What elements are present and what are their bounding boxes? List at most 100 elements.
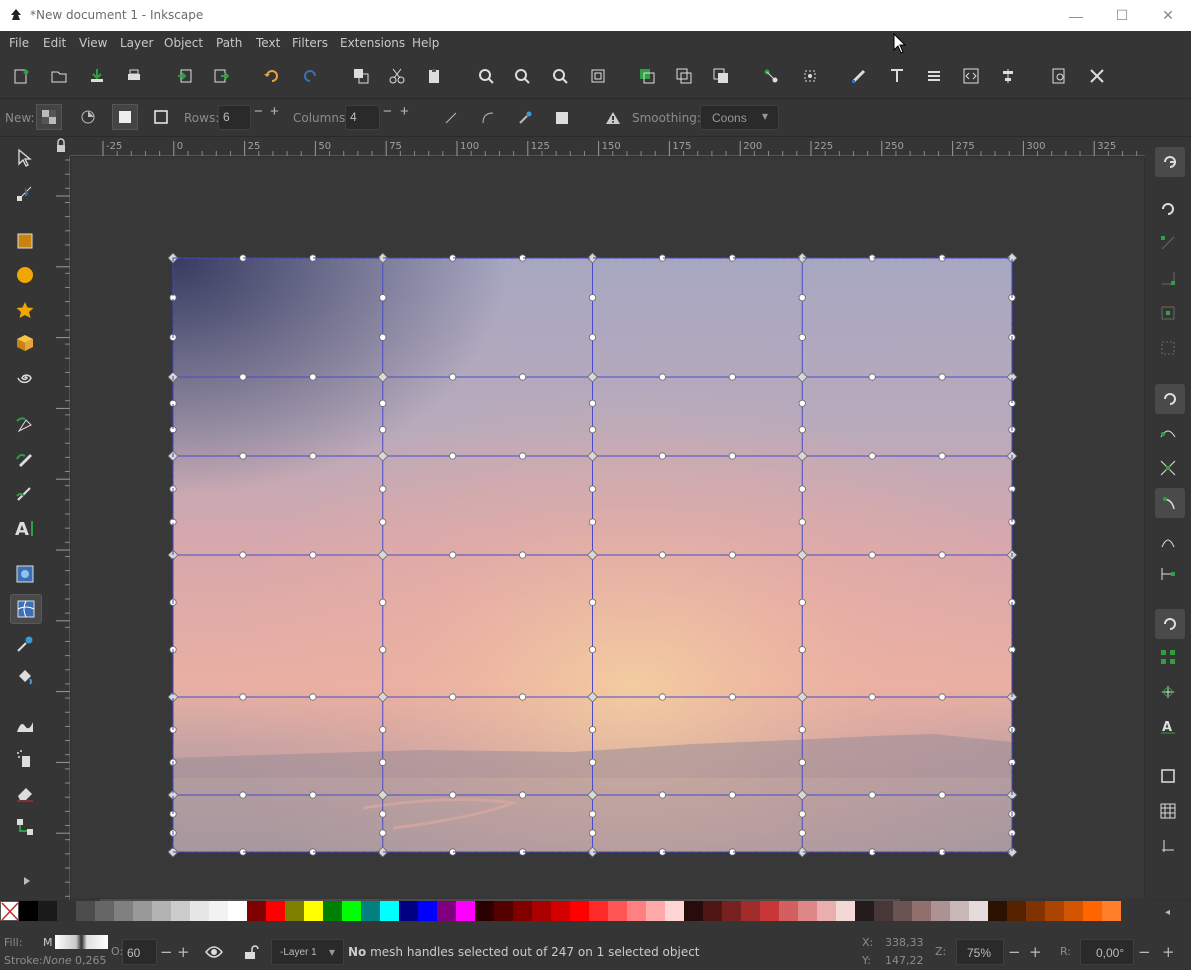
snap-bbox-edge-icon[interactable] <box>1155 230 1181 256</box>
text-tool-icon[interactable]: A <box>12 515 38 541</box>
mesh-handle[interactable] <box>449 452 457 460</box>
mesh-handle[interactable] <box>518 373 527 381</box>
color-swatch[interactable] <box>855 901 874 921</box>
color-swatch[interactable] <box>304 901 323 921</box>
color-swatch[interactable] <box>608 901 627 921</box>
color-swatch[interactable] <box>1064 901 1083 921</box>
node-tool-icon[interactable] <box>12 180 38 206</box>
rotation-input[interactable]: 0,00° <box>1080 939 1134 965</box>
color-swatch[interactable] <box>665 901 684 921</box>
layer-select[interactable]: -Layer 1 ▾ <box>271 939 344 965</box>
color-swatch[interactable] <box>1007 901 1026 921</box>
ungroup-icon[interactable] <box>671 63 697 89</box>
menu-help[interactable]: Help <box>412 36 439 50</box>
align-distribute-icon[interactable] <box>995 63 1021 89</box>
color-swatch[interactable] <box>342 901 361 921</box>
unlock-icon[interactable] <box>238 939 264 965</box>
mesh-handle[interactable] <box>798 333 806 341</box>
mesh-handle[interactable] <box>309 373 317 381</box>
mesh-handle[interactable] <box>938 373 946 381</box>
mesh-handle[interactable] <box>379 810 387 818</box>
mesh-handle[interactable] <box>728 452 736 460</box>
layers-icon[interactable] <box>921 63 947 89</box>
group-icon[interactable] <box>634 63 660 89</box>
zoom-drawing-icon[interactable] <box>509 63 535 89</box>
node-editor-icon[interactable] <box>758 63 784 89</box>
mesh-handle[interactable] <box>588 426 597 434</box>
snap-grid-icon[interactable] <box>1155 798 1181 824</box>
color-swatch[interactable] <box>19 901 38 921</box>
print-icon[interactable] <box>121 63 147 89</box>
mesh-handle[interactable] <box>588 810 597 818</box>
mesh-handle[interactable] <box>798 399 806 407</box>
snap-midpoints-icon[interactable] <box>1155 561 1181 587</box>
smoothing-select[interactable]: Coons ▾ <box>700 105 779 130</box>
menu-edit[interactable]: Edit <box>43 36 66 50</box>
color-swatch[interactable] <box>931 901 950 921</box>
color-swatch[interactable] <box>38 901 57 921</box>
palette-menu-icon[interactable]: ◂ <box>1165 907 1170 918</box>
snap-page-border-icon[interactable] <box>1155 763 1181 789</box>
mesh-handle[interactable] <box>379 333 387 341</box>
color-swatch[interactable] <box>285 901 304 921</box>
snap-bbox-midpoint-icon[interactable] <box>1155 300 1181 326</box>
color-swatch[interactable] <box>266 901 285 921</box>
mesh-handle[interactable] <box>728 373 736 381</box>
paint-bucket-tool-icon[interactable] <box>12 663 38 689</box>
mesh-handle[interactable] <box>938 452 946 460</box>
color-swatch[interactable] <box>361 901 380 921</box>
mesh-handle[interactable] <box>588 646 597 654</box>
color-swatch[interactable] <box>95 901 114 921</box>
menu-filters[interactable]: Filters <box>292 36 328 50</box>
color-swatch[interactable] <box>57 901 76 921</box>
color-swatch[interactable] <box>418 901 437 921</box>
mesh-handle[interactable] <box>868 452 876 460</box>
color-swatch[interactable] <box>570 901 589 921</box>
mesh-handle[interactable] <box>588 598 597 606</box>
eraser-tool-icon[interactable] <box>12 780 38 806</box>
mesh-handle[interactable] <box>239 373 247 381</box>
mesh-handle[interactable] <box>518 693 527 701</box>
snap-bbox-center-icon[interactable] <box>1155 335 1181 361</box>
mesh-handle[interactable] <box>868 693 876 701</box>
mesh-handle[interactable] <box>239 693 247 701</box>
mesh-handle[interactable] <box>588 333 597 341</box>
star-tool-icon[interactable] <box>12 297 38 323</box>
conical-mesh-icon[interactable] <box>75 104 101 130</box>
color-swatch[interactable] <box>874 901 893 921</box>
mesh-handle[interactable] <box>379 726 387 734</box>
color-swatch[interactable] <box>532 901 551 921</box>
mesh-handle[interactable] <box>518 452 527 460</box>
close-button[interactable]: ✕ <box>1145 0 1191 31</box>
mesh-handle[interactable] <box>658 551 667 559</box>
mesh-handle[interactable] <box>658 373 667 381</box>
pen-tool-icon[interactable] <box>12 412 38 438</box>
3d-box-tool-icon[interactable] <box>12 330 38 356</box>
preferences-icon[interactable] <box>1084 63 1110 89</box>
mesh-handle[interactable] <box>658 452 667 460</box>
mesh-handle[interactable] <box>588 485 597 493</box>
fill-stroke-icon[interactable] <box>846 63 872 89</box>
zoom-fit-icon[interactable] <box>585 63 611 89</box>
menu-layer[interactable]: Layer <box>120 36 153 50</box>
snap-centers-icon[interactable] <box>1155 644 1181 670</box>
color-swatch[interactable] <box>760 901 779 921</box>
mesh-handle[interactable] <box>658 693 667 701</box>
mesh-tool-icon[interactable] <box>10 594 42 624</box>
menu-extensions[interactable]: Extensions <box>340 36 405 50</box>
mesh-handle[interactable] <box>379 829 387 837</box>
zoom-selection-icon[interactable] <box>473 63 499 89</box>
snap-bbox-corner-icon[interactable] <box>1155 265 1181 291</box>
scale-mesh-icon[interactable] <box>549 105 575 131</box>
select-same-icon[interactable] <box>797 63 823 89</box>
document-properties-icon[interactable] <box>1046 63 1072 89</box>
no-paint-swatch[interactable] <box>0 901 19 921</box>
snap-nodes-icon[interactable] <box>1155 384 1185 414</box>
zoom-out-button[interactable]: − <box>1008 943 1021 961</box>
mesh-handle[interactable] <box>588 518 597 526</box>
mesh-handle[interactable] <box>379 485 387 493</box>
cut-icon[interactable] <box>384 63 410 89</box>
color-swatch[interactable] <box>722 901 741 921</box>
color-swatch[interactable] <box>551 901 570 921</box>
mesh-handle[interactable] <box>588 726 597 734</box>
